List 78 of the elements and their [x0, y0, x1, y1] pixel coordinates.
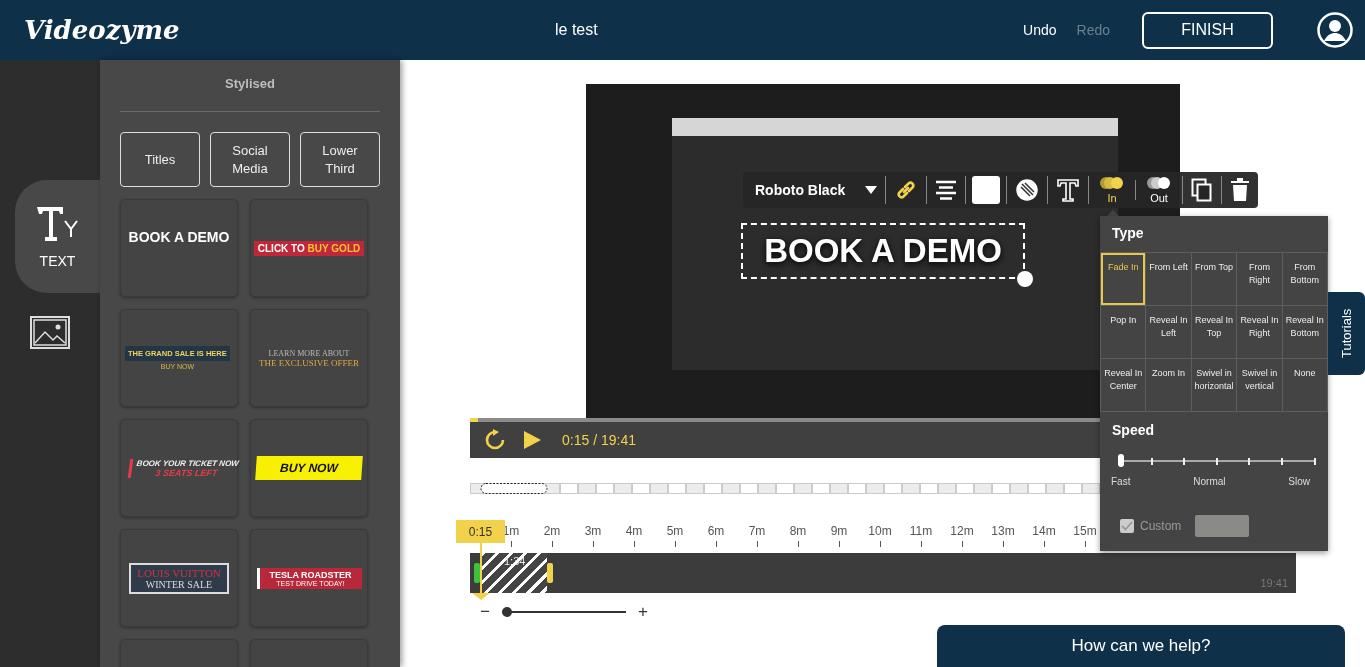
playhead-time[interactable]: 0:15: [456, 520, 505, 543]
speed-label: Fast: [1111, 476, 1131, 487]
type-title: Type: [1111, 224, 1145, 243]
undo-button[interactable]: Undo: [1023, 18, 1057, 42]
animation-type-option[interactable]: From Right: [1237, 253, 1282, 305]
thumbnail-strip-drawing[interactable]: [470, 483, 1100, 494]
zoom-in-button[interactable]: +: [635, 602, 650, 622]
animation-type-option[interactable]: From Left: [1146, 253, 1191, 305]
animation-type-option[interactable]: Reveal In Top: [1191, 306, 1237, 358]
ruler-label: 4m: [625, 524, 643, 538]
ruler-label: 5m: [666, 524, 684, 538]
project-title: le test: [555, 21, 598, 39]
template-card[interactable]: LEARN MORE ABOUT THE EXCLUSIVE OFFER: [250, 309, 368, 407]
toggle-icon: [1099, 176, 1125, 190]
ruler-label: 13m: [991, 524, 1015, 538]
animation-type-option[interactable]: From Bottom: [1282, 253, 1327, 305]
image-icon: [30, 315, 70, 349]
animation-type-option[interactable]: Reveal In Center: [1101, 359, 1146, 411]
ruler-label: 10m: [868, 524, 892, 538]
animation-type-option[interactable]: Reveal In Left: [1146, 306, 1191, 358]
speed-thumb[interactable]: [1118, 454, 1124, 467]
clip-start-handle[interactable]: [474, 563, 480, 583]
tutorials-tab[interactable]: Tutorials: [1328, 292, 1365, 375]
clip-end-handle[interactable]: [547, 563, 553, 583]
template-card[interactable]: BOOK A DEMO: [120, 199, 238, 297]
category-button[interactable]: Lower Third: [300, 132, 380, 187]
animation-type-option[interactable]: Reveal In Bottom: [1282, 306, 1327, 358]
playhead-line[interactable]: [472, 543, 490, 600]
ruler-label: 6m: [707, 524, 725, 538]
clip-block[interactable]: [481, 553, 547, 593]
custom-label: Custom: [1140, 519, 1182, 533]
transition-toggle[interactable]: Out: [1136, 176, 1182, 204]
animation-type-option[interactable]: Reveal In Right: [1237, 306, 1282, 358]
speed-label: Slow: [1288, 476, 1310, 487]
zoom-out-button[interactable]: −: [478, 602, 492, 622]
category-button[interactable]: Titles: [120, 132, 200, 187]
ruler-label: 2m: [543, 524, 561, 538]
color-swatch[interactable]: [972, 176, 1000, 204]
replay-icon[interactable]: [484, 429, 506, 451]
play-icon[interactable]: [522, 430, 542, 450]
animation-type-option[interactable]: From Top: [1191, 253, 1237, 305]
caret-icon: [865, 186, 877, 194]
font-dropdown[interactable]: Roboto Black: [743, 182, 885, 198]
ruler-label: 14m: [1032, 524, 1056, 538]
ruler-label: 9m: [830, 524, 848, 538]
playback-time: 0:15 / 19:41: [562, 432, 636, 448]
ruler-label: 15m: [1073, 524, 1097, 538]
category-button[interactable]: Social Media: [210, 132, 290, 187]
template-card[interactable]: BOOK YOUR TICKET NOW 3 SEATS LEFT: [120, 419, 238, 517]
zoom-thumb[interactable]: [501, 607, 512, 617]
animation-type-option[interactable]: Pop In: [1101, 306, 1146, 358]
animation-type-option[interactable]: Swivel in vertical: [1237, 359, 1282, 411]
user-avatar-icon[interactable]: [1317, 12, 1353, 48]
animation-type-option[interactable]: Zoom In: [1146, 359, 1191, 411]
section-heading: Stylised: [120, 76, 380, 112]
animation-type-option[interactable]: None: [1282, 359, 1327, 411]
template-card[interactable]: LOUIS VUITTON WINTER SALE: [120, 529, 238, 627]
track-end-time: 19:41: [1260, 577, 1288, 589]
template-card[interactable]: BUY NOW: [250, 419, 368, 517]
speed-label: Normal: [1193, 476, 1226, 487]
ruler-label: 12m: [950, 524, 974, 538]
transition-toggle[interactable]: In: [1089, 176, 1135, 204]
help-chat-button[interactable]: How can we help?: [937, 625, 1345, 667]
text-tab[interactable]: TEXT: [15, 180, 100, 293]
progress-track[interactable]: [470, 418, 1100, 422]
ruler-label: 7m: [748, 524, 766, 538]
animation-type-option[interactable]: Fade In: [1101, 253, 1146, 305]
text-overlay[interactable]: BOOK A DEMO: [741, 223, 1025, 279]
ruler-label: 3m: [584, 524, 602, 538]
ruler-label: 11m: [909, 524, 933, 538]
speed-title: Speed: [1111, 421, 1155, 438]
animation-type-option[interactable]: Swivel in horizontal: [1191, 359, 1237, 411]
ruler-label: 8m: [789, 524, 807, 538]
logo: Videozyme: [24, 15, 180, 45]
template-card[interactable]: CLICK TO BUY GOLD: [250, 199, 368, 297]
finish-button[interactable]: FINISH: [1142, 11, 1273, 49]
text-icon: [34, 204, 81, 243]
toggle-icon: [1146, 176, 1172, 190]
